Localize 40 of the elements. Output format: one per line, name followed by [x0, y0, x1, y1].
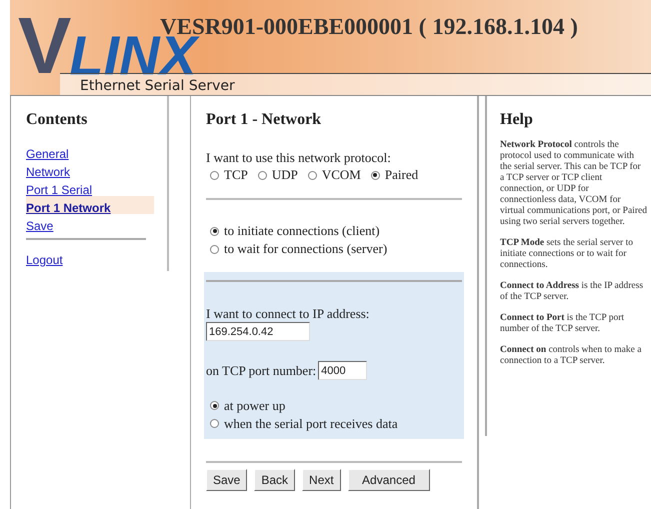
port-number-field[interactable]: 4000	[318, 361, 368, 380]
radio-button[interactable]	[258, 170, 267, 180]
radio-label: TCP	[224, 166, 248, 184]
port-prompt: on TCP port number:	[206, 362, 316, 380]
radio-button[interactable]	[210, 419, 219, 428]
protocol-prompt: I want to use this network protocol:	[206, 150, 392, 166]
section-title: Port 1 - Network	[206, 110, 322, 130]
radio-button[interactable]	[308, 170, 317, 180]
form-button[interactable]: Next	[302, 468, 341, 490]
radio-label: at power up	[224, 396, 286, 414]
radio-button[interactable]	[210, 226, 219, 236]
radio-label: to initiate connections (client)	[224, 222, 380, 240]
help-paragraph: TCP Mode sets the serial server to initiate connections or to wait for connections.	[500, 238, 634, 271]
sidebar-heading: Contents	[26, 110, 88, 130]
help-heading: Help	[500, 110, 534, 130]
sidebar-link[interactable]: General	[26, 147, 69, 161]
radio-button[interactable]	[210, 401, 219, 410]
logout-link[interactable]: Logout	[26, 253, 63, 267]
logo-mark: V	[17, 2, 72, 90]
radio-button[interactable]	[210, 244, 219, 254]
radio-button[interactable]	[370, 170, 380, 180]
help-paragraph: Network Protocol controls the protocol used to communicate with the serial server. This can be TCP for a TCP server or TCP client connection, or UDP for connectionless data, VCOM for virtual communications port, or Paired using two serial servers together.	[500, 140, 647, 228]
help-paragraph: Connect to Port is the TCP port number of the TCP server.	[500, 313, 626, 335]
sidebar-link[interactable]: Network	[26, 165, 70, 179]
form-button[interactable]: Back	[254, 468, 296, 490]
radio-label: to wait for connections (server)	[224, 240, 388, 258]
radio-label: when the serial port receives data	[224, 414, 398, 432]
tagline: Ethernet Serial Server	[80, 78, 235, 94]
help-paragraph: Connect on controls when to make a connection to a TCP server.	[500, 345, 642, 367]
sidebar-link[interactable]: Port 1 Serial	[26, 183, 92, 197]
help-paragraph: Connect to Address is the IP address of the TCP server.	[500, 281, 644, 303]
sidebar-link[interactable]: Save	[26, 219, 54, 233]
radio-button[interactable]	[210, 170, 219, 180]
address-prompt: I want to connect to IP address:	[206, 306, 370, 322]
form-button[interactable]: Advanced	[348, 468, 430, 490]
ip-address-field[interactable]: 169.254.0.42	[206, 322, 310, 341]
form-button[interactable]: Save	[206, 468, 248, 490]
radio-label: UDP	[272, 166, 298, 184]
radio-label: VCOM	[322, 166, 361, 184]
radio-label: Paired	[384, 166, 418, 184]
